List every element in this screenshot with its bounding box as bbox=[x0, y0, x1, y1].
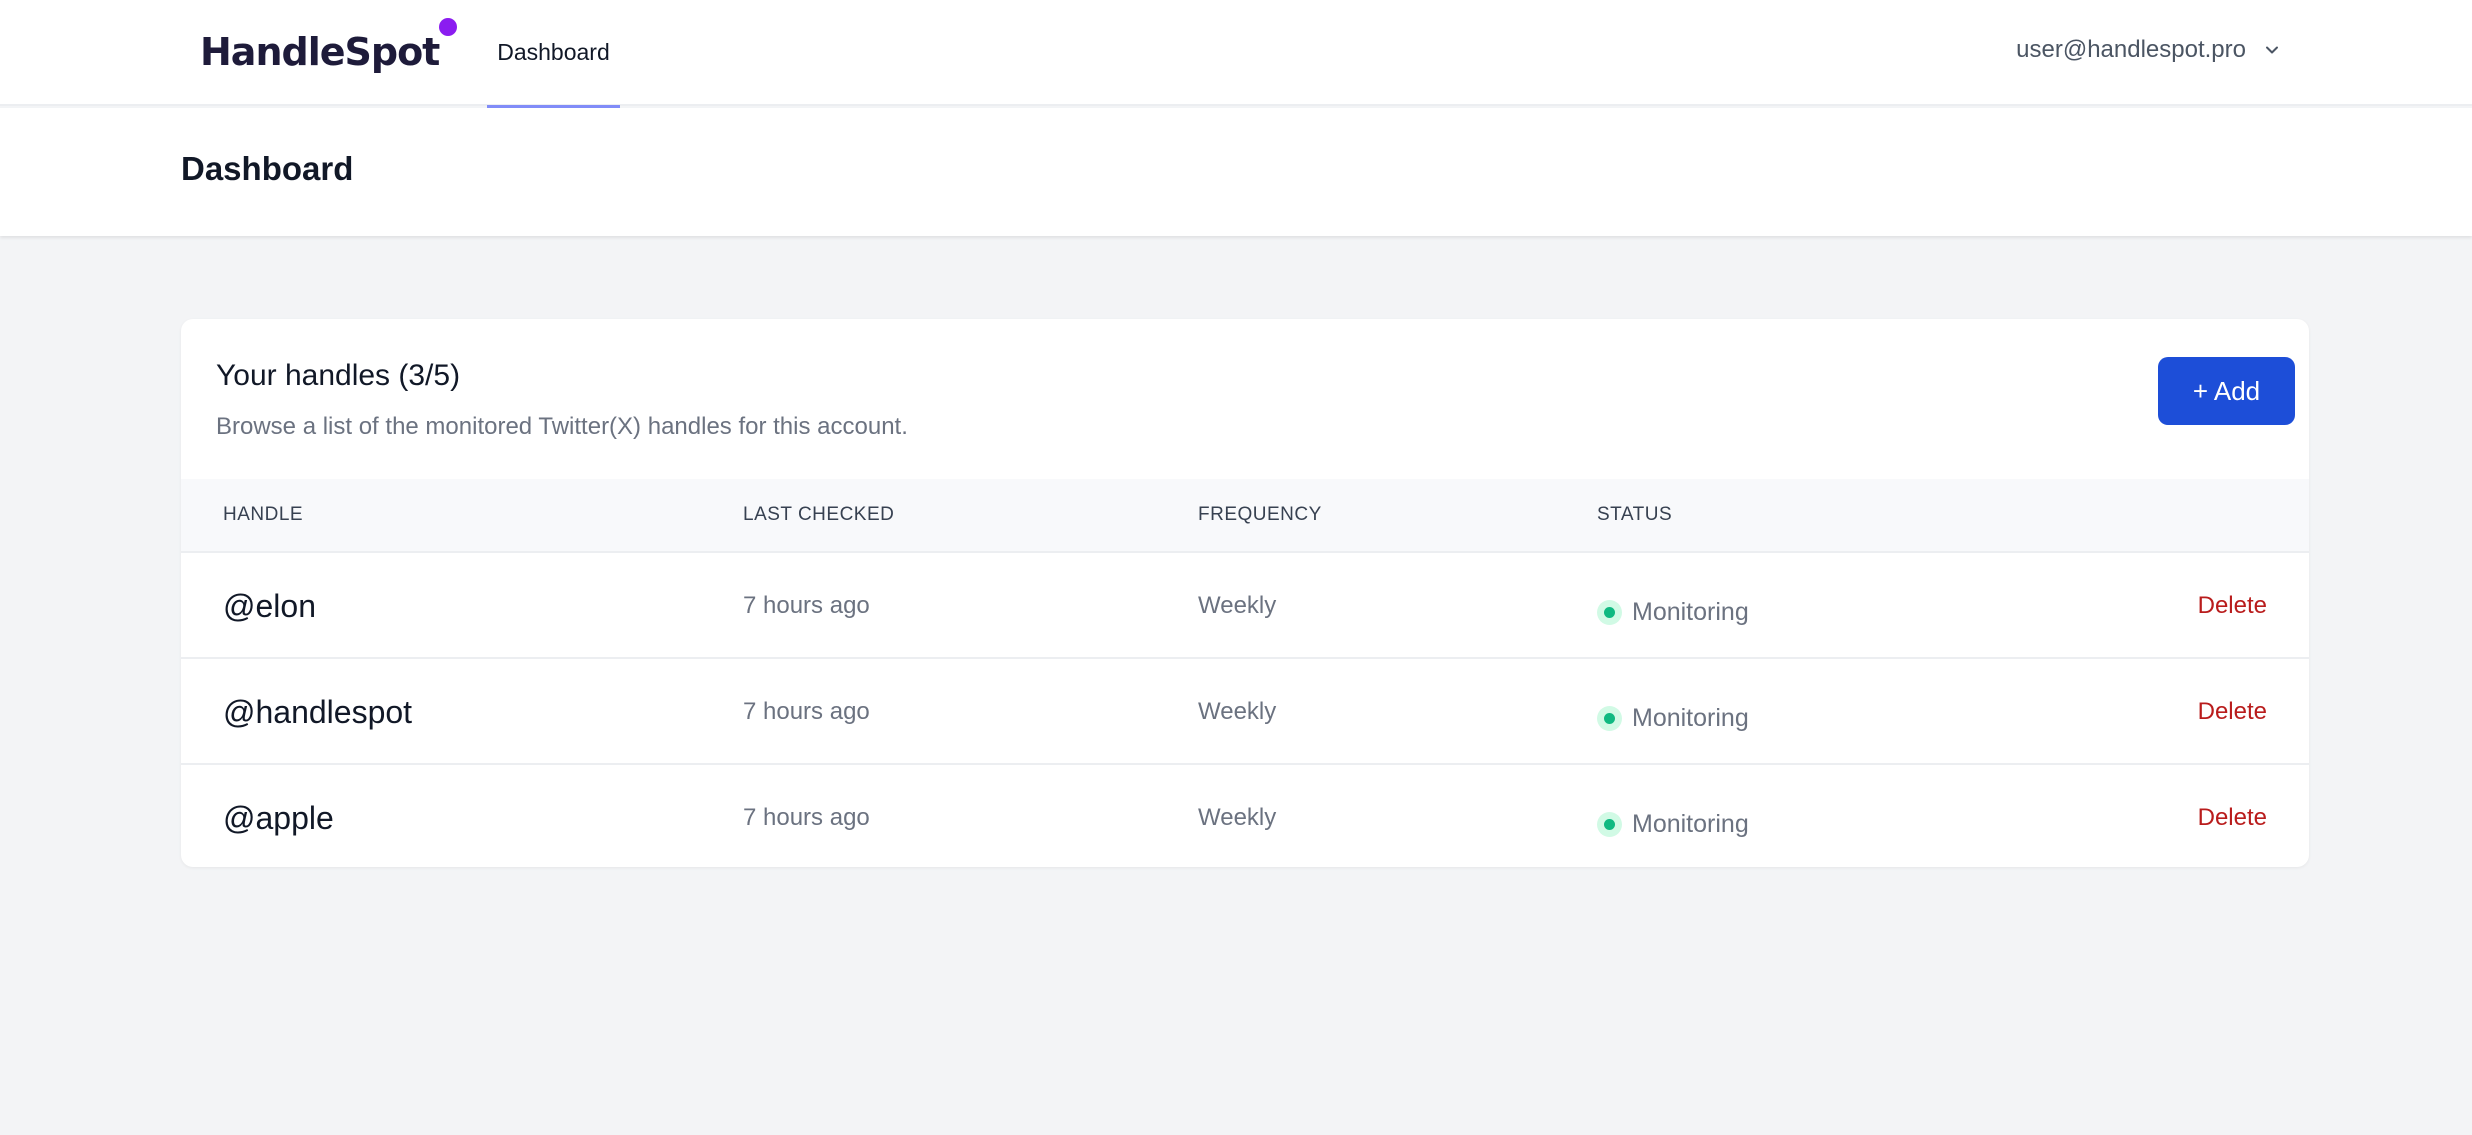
delete-button[interactable]: Delete bbox=[2198, 659, 2267, 765]
card-subtitle: Browse a list of the monitored Twitter(X… bbox=[216, 413, 908, 440]
status-dot-icon bbox=[1597, 705, 1622, 731]
card-title: Your handles (3/5) bbox=[216, 359, 461, 392]
chevron-down-icon bbox=[2266, 46, 2278, 54]
table-row: @handlespot 7 hours ago Weekly Monitorin… bbox=[181, 657, 2309, 763]
top-navigation: HandleSpot Dashboard user@handlespot.pro bbox=[0, 0, 2472, 108]
status-cell: Monitoring bbox=[1597, 659, 1749, 765]
handle-cell: @apple bbox=[223, 799, 334, 836]
handle-cell: @handlespot bbox=[223, 693, 413, 730]
user-email: user@handlespot.pro bbox=[2016, 36, 2246, 63]
table-row: @elon 7 hours ago Weekly Monitoring Dele… bbox=[181, 551, 2309, 657]
table-header: HANDLE LAST CHECKED FREQUENCY STATUS bbox=[181, 479, 2309, 551]
delete-button[interactable]: Delete bbox=[2198, 553, 2267, 659]
status-cell: Monitoring bbox=[1597, 553, 1749, 659]
add-handle-button[interactable]: + Add bbox=[2158, 357, 2295, 425]
table-row: @apple 7 hours ago Weekly Monitoring Del… bbox=[181, 763, 2309, 867]
status-dot-icon bbox=[1597, 599, 1622, 625]
column-header-last-checked: LAST CHECKED bbox=[743, 504, 895, 525]
tab-dashboard[interactable]: Dashboard bbox=[487, 0, 620, 108]
column-header-handle: HANDLE bbox=[223, 504, 304, 525]
logo-dot-icon bbox=[439, 18, 458, 36]
last-checked-cell: 7 hours ago bbox=[743, 698, 870, 725]
user-menu[interactable]: user@handlespot.pro bbox=[2016, 28, 2282, 72]
frequency-cell: Weekly bbox=[1198, 698, 1277, 725]
last-checked-cell: 7 hours ago bbox=[743, 804, 870, 831]
column-header-status: STATUS bbox=[1597, 504, 1673, 525]
frequency-cell: Weekly bbox=[1198, 804, 1277, 831]
status-label: Monitoring bbox=[1632, 809, 1749, 838]
page-title: Dashboard bbox=[181, 150, 354, 187]
logo-text: HandleSpot bbox=[200, 30, 440, 74]
status-cell: Monitoring bbox=[1597, 765, 1749, 867]
status-label: Monitoring bbox=[1632, 703, 1749, 732]
handles-card: Your handles (3/5) Browse a list of the … bbox=[181, 319, 2309, 867]
column-header-frequency: FREQUENCY bbox=[1198, 504, 1322, 525]
handle-cell: @elon bbox=[223, 587, 316, 624]
status-label: Monitoring bbox=[1632, 597, 1749, 626]
delete-button[interactable]: Delete bbox=[2198, 765, 2267, 867]
last-checked-cell: 7 hours ago bbox=[743, 592, 870, 619]
status-dot-icon bbox=[1597, 811, 1622, 837]
logo[interactable]: HandleSpot bbox=[200, 18, 458, 82]
page-header: Dashboard bbox=[0, 108, 2472, 236]
frequency-cell: Weekly bbox=[1198, 592, 1277, 619]
